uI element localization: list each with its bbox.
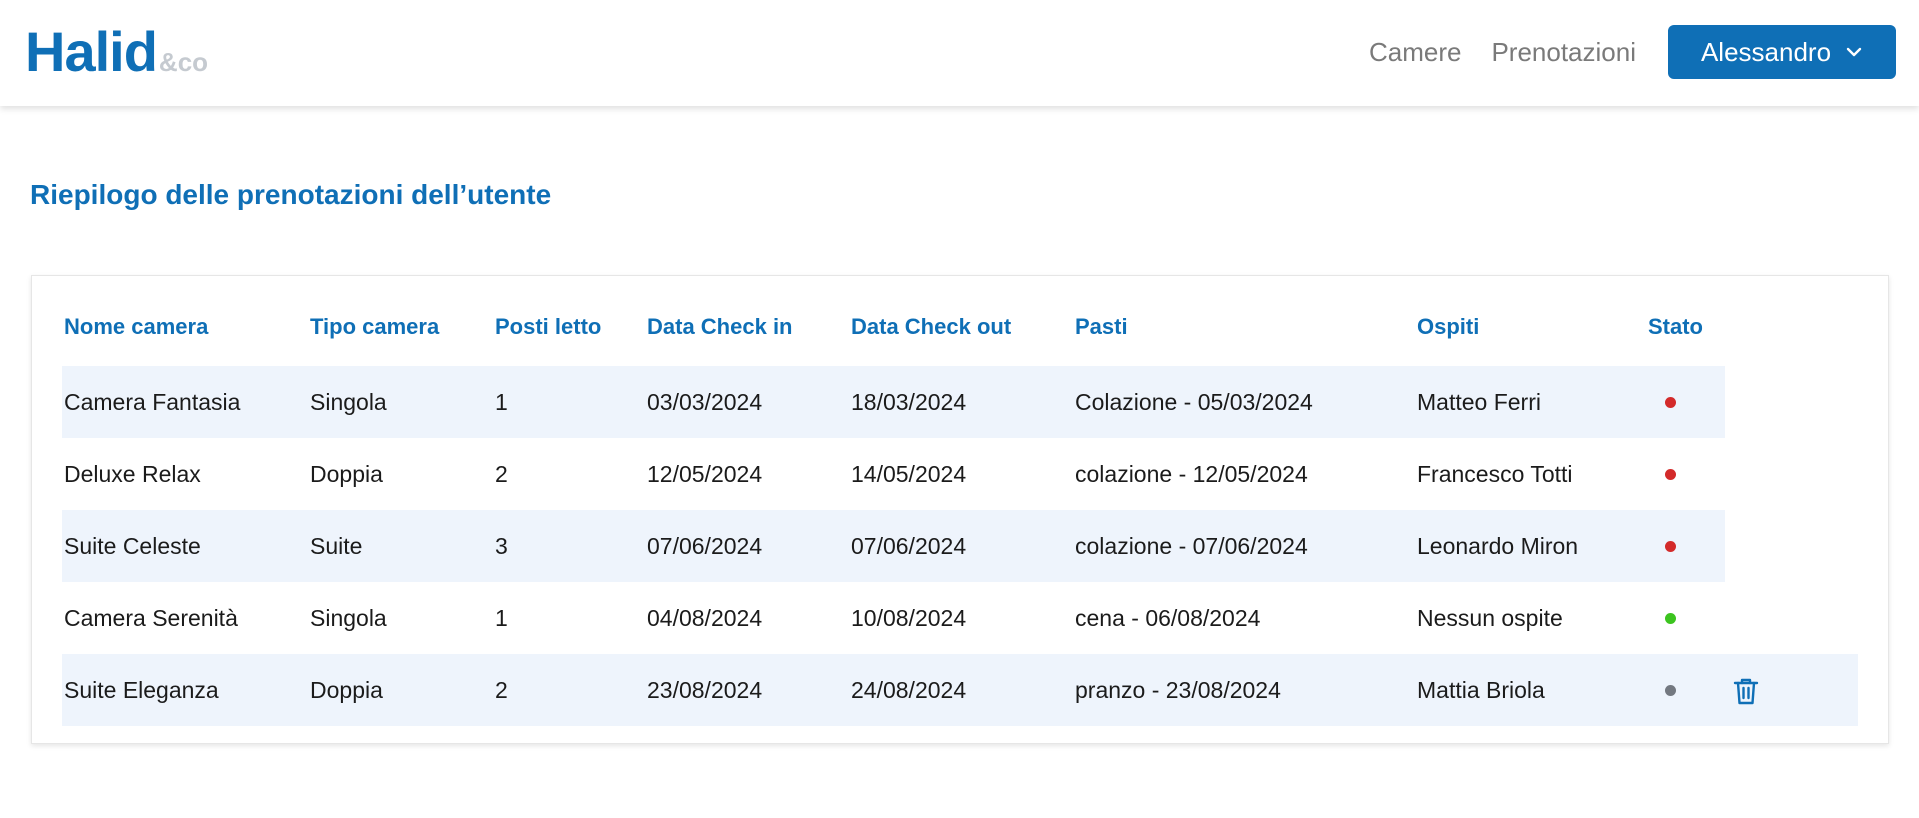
logo[interactable]: Halid &co	[25, 20, 208, 84]
cell-tipo-camera: Doppia	[310, 677, 383, 703]
status-dot	[1665, 613, 1676, 624]
cell-nome-camera: Camera Serenità	[64, 605, 238, 631]
cell-posti-letto: 2	[495, 677, 508, 703]
col-header-check-in: Data Check in	[647, 314, 793, 339]
status-dot	[1665, 541, 1676, 552]
cell-nome-camera: Suite Celeste	[64, 533, 201, 559]
cell-check-out: 24/08/2024	[851, 677, 967, 703]
cell-check-in: 03/03/2024	[647, 389, 763, 415]
logo-main-text: Halid	[25, 20, 158, 83]
user-menu-button[interactable]: Alessandro	[1668, 25, 1896, 79]
cell-pasti: cena - 06/08/2024	[1075, 605, 1261, 631]
cell-pasti: Colazione - 05/03/2024	[1075, 389, 1313, 415]
cell-ospiti: Mattia Briola	[1417, 677, 1545, 703]
cell-ospiti: Leonardo Miron	[1417, 533, 1579, 559]
cell-ospiti: Nessun ospite	[1417, 605, 1563, 631]
cell-ospiti: Francesco Totti	[1417, 461, 1573, 487]
main-nav: Camere Prenotazioni Alessandro	[1369, 25, 1896, 79]
status-dot	[1665, 397, 1676, 408]
table-row: Suite Eleganza Doppia 2 23/08/2024 24/08/202…	[62, 654, 1858, 726]
cell-nome-camera: Deluxe Relax	[64, 461, 201, 487]
status-dot	[1665, 685, 1676, 696]
cell-check-out: 10/08/2024	[851, 605, 967, 631]
cell-tipo-camera: Suite	[310, 533, 363, 559]
cell-check-out: 18/03/2024	[851, 389, 967, 415]
cell-tipo-camera: Singola	[310, 605, 387, 631]
cell-pasti: colazione - 07/06/2024	[1075, 533, 1308, 559]
cell-posti-letto: 1	[495, 389, 508, 415]
cell-tipo-camera: Doppia	[310, 461, 383, 487]
trash-icon[interactable]	[1732, 676, 1760, 711]
cell-pasti: pranzo - 23/08/2024	[1075, 677, 1281, 703]
table-row: Camera Fantasia Singola 1 03/03/2024 18/03/2…	[62, 366, 1725, 438]
table-row: Suite Celeste Suite 3 07/06/2024 07/06/2024 c…	[62, 510, 1725, 582]
nav-link-camere[interactable]: Camere	[1369, 37, 1461, 68]
col-header-pasti: Pasti	[1075, 314, 1128, 339]
status-dot	[1665, 469, 1676, 480]
cell-posti-letto: 1	[495, 605, 508, 631]
nav-link-prenotazioni[interactable]: Prenotazioni	[1491, 37, 1636, 68]
top-navbar: Halid &co Camere Prenotazioni Alessandro	[0, 0, 1919, 106]
cell-posti-letto: 3	[495, 533, 508, 559]
col-header-ospiti: Ospiti	[1417, 314, 1480, 339]
cell-nome-camera: Camera Fantasia	[64, 389, 241, 415]
chevron-down-icon	[1845, 46, 1863, 58]
user-menu-label: Alessandro	[1700, 36, 1832, 67]
cell-check-in: 12/05/2024	[647, 461, 763, 487]
cell-check-out: 07/06/2024	[851, 533, 967, 559]
logo-suffix-text: &co	[158, 47, 209, 77]
cell-tipo-camera: Singola	[310, 389, 387, 415]
page-title: Riepilogo delle prenotazioni dell’utente	[30, 179, 552, 210]
cell-ospiti: Matteo Ferri	[1417, 389, 1541, 415]
col-header-check-out: Data Check out	[851, 314, 1012, 339]
cell-posti-letto: 2	[495, 461, 508, 487]
cell-check-out: 14/05/2024	[851, 461, 967, 487]
col-header-posti-letto: Posti letto	[495, 314, 602, 339]
cell-pasti: colazione - 12/05/2024	[1075, 461, 1308, 487]
cell-check-in: 07/06/2024	[647, 533, 763, 559]
col-header-nome-camera: Nome camera	[64, 314, 209, 339]
col-header-stato: Stato	[1648, 314, 1703, 339]
cell-nome-camera: Suite Eleganza	[64, 677, 219, 703]
table-row: Deluxe Relax Doppia 2 12/05/2024 14/05/2024 c…	[62, 438, 1725, 510]
cell-check-in: 23/08/2024	[647, 677, 763, 703]
bookings-table-card: Nome camera Tipo camera Posti letto Data Ch…	[31, 275, 1889, 744]
cell-check-in: 04/08/2024	[647, 605, 763, 631]
table-row: Camera Serenità Singola 1 04/08/2024 10/08/2…	[62, 582, 1725, 654]
col-header-tipo-camera: Tipo camera	[310, 314, 440, 339]
